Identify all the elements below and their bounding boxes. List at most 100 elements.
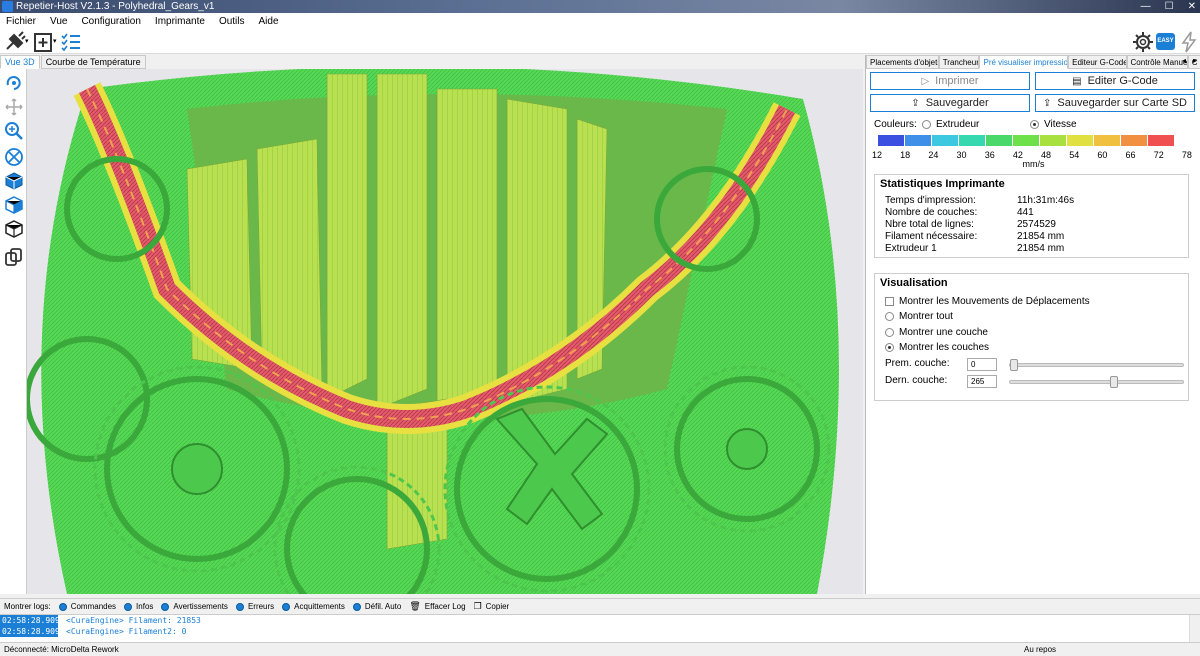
3d-viewport[interactable] — [27, 69, 863, 594]
show-moves-option[interactable]: Montrer les Mouvements de Déplacements — [885, 296, 1090, 307]
status-bar: Déconnecté: MicroDelta Rework Au repos — [0, 642, 1200, 656]
log-filter-bar: Montrer logs: Commandes Infos Avertissem… — [0, 598, 1200, 614]
log-filter-acks[interactable]: Acquittements — [282, 602, 345, 611]
reset-view-icon[interactable] — [4, 147, 24, 167]
show-one-layer-option[interactable]: Montrer une couche — [885, 327, 988, 338]
scale-color-swatch — [1148, 135, 1175, 146]
clear-log-button[interactable]: 🗑 Effacer Log — [409, 601, 465, 612]
add-object-icon[interactable] — [32, 31, 54, 53]
show-all-option[interactable]: Montrer tout — [885, 311, 953, 322]
warnings-toggle-icon[interactable] — [161, 602, 170, 611]
log-filter-commands[interactable]: Commandes — [58, 602, 117, 611]
edit-gcode-button[interactable]: ▤ Editer G-Code — [1035, 72, 1195, 90]
edit-gcode-label: Editer G-Code — [1087, 75, 1158, 87]
log-filter-errors[interactable]: Erreurs — [235, 602, 274, 611]
save-sd-button[interactable]: ⇪ Sauvegarder sur Carte SD — [1035, 94, 1195, 112]
tab-scroll-left-icon[interactable]: ◂ — [1182, 56, 1186, 65]
show-all-label: Montrer tout — [899, 311, 953, 322]
tab-scroll-right-icon[interactable]: ▸ — [1193, 56, 1197, 65]
errors-toggle-icon[interactable] — [235, 602, 244, 611]
show-layers-label: Montrer les couches — [899, 342, 990, 353]
autoscroll-toggle-icon[interactable] — [352, 602, 361, 611]
top-view-cube-icon[interactable] — [4, 219, 24, 239]
scale-color-swatch — [1013, 135, 1040, 146]
printer-stats-group: Statistiques Imprimante Temps d'impressi… — [874, 174, 1189, 258]
tab-slicer[interactable]: Trancheur — [938, 55, 980, 69]
scale-color-swatch — [1094, 135, 1121, 146]
job-list-icon[interactable] — [60, 31, 82, 53]
show-moves-checkbox[interactable] — [885, 297, 894, 306]
maximize-button[interactable]: ☐ — [1165, 0, 1174, 13]
edit-doc-icon: ▤ — [1072, 76, 1082, 87]
close-button[interactable]: ✕ — [1188, 0, 1196, 13]
show-all-radio[interactable] — [885, 312, 894, 321]
zoom-icon[interactable] — [4, 121, 24, 141]
parallel-projection-icon[interactable] — [4, 247, 24, 267]
save-button[interactable]: ⇪ Sauvegarder — [870, 94, 1030, 112]
copy-log-button[interactable]: ❐ Copier — [474, 601, 510, 612]
show-layers-radio[interactable] — [885, 343, 894, 352]
first-layer-slider[interactable] — [1009, 359, 1184, 371]
view-tabs: Vue 3D Courbe de Température — [0, 55, 865, 69]
front-view-cube-icon[interactable] — [4, 171, 24, 191]
speed-radio[interactable] — [1030, 120, 1039, 129]
log-message: <CuraEngine> Filament: 21853 — [66, 616, 201, 625]
connection-status: Déconnecté: MicroDelta Rework — [4, 645, 119, 654]
emergency-stop-icon[interactable] — [1178, 31, 1200, 53]
tab-manual-control[interactable]: Contrôle Manuel — [1126, 55, 1188, 69]
connect-plug-icon[interactable] — [4, 31, 26, 53]
toolbar: ▾ ▾ EASY — [0, 29, 1200, 54]
rotate-view-icon[interactable] — [4, 73, 24, 93]
settings-gear-icon[interactable] — [1132, 31, 1154, 53]
menu-aide[interactable]: Aide — [259, 16, 279, 27]
minimize-button[interactable]: — — [1141, 0, 1151, 13]
add-dropdown-icon[interactable]: ▾ — [53, 37, 57, 45]
trash-icon: 🗑 — [409, 601, 421, 611]
commands-label: Commandes — [70, 602, 117, 611]
connect-dropdown-icon[interactable]: ▾ — [25, 37, 29, 45]
move-view-icon[interactable] — [4, 97, 24, 117]
stat-filament-label: Filament nécessaire: — [885, 231, 978, 242]
last-layer-input[interactable]: 265 — [967, 375, 997, 388]
side-view-cube-icon[interactable] — [4, 195, 24, 215]
commands-toggle-icon[interactable] — [58, 602, 67, 611]
color-mode-extruder[interactable]: Extrudeur — [922, 119, 979, 130]
log-filter-warnings[interactable]: Avertissements — [161, 602, 228, 611]
show-one-layer-radio[interactable] — [885, 328, 894, 337]
tab-gcode-editor[interactable]: Editeur G-Code — [1068, 55, 1127, 69]
menu-configuration[interactable]: Configuration — [81, 16, 140, 27]
easy-mode-badge[interactable]: EASY — [1156, 33, 1175, 50]
menu-vue[interactable]: Vue — [50, 16, 67, 27]
log-output[interactable]: 02:58:28.909 <CuraEngine> Filament: 2185… — [0, 614, 1200, 642]
title-bar: Repetier-Host V2.1.3 - Polyhedral_Gears_… — [0, 0, 1200, 13]
tab-temperature-curve[interactable]: Courbe de Température — [40, 55, 146, 69]
scale-color-swatch — [1040, 135, 1067, 146]
infos-toggle-icon[interactable] — [124, 602, 133, 611]
menu-fichier[interactable]: Fichier — [6, 16, 36, 27]
menu-bar: Fichier Vue Configuration Imprimante Out… — [0, 13, 1200, 29]
log-scrollbar[interactable] — [1189, 615, 1200, 642]
acks-toggle-icon[interactable] — [282, 602, 291, 611]
tab-print-preview[interactable]: Pré visualiser impression — [979, 55, 1069, 69]
menu-outils[interactable]: Outils — [219, 16, 245, 27]
tab-object-placement[interactable]: Placements d'objets — [866, 55, 939, 69]
color-mode-speed[interactable]: Vitesse — [1030, 119, 1077, 130]
stat-total-lines-label: Nbre total de lignes: — [885, 219, 974, 230]
last-layer-label: Dern. couche: — [885, 375, 948, 386]
show-one-layer-label: Montrer une couche — [899, 327, 988, 338]
speed-unit: mm/s — [1022, 159, 1045, 169]
show-layers-option[interactable]: Montrer les couches — [885, 342, 989, 353]
tab-3d-view[interactable]: Vue 3D — [0, 55, 40, 69]
first-layer-thumb[interactable] — [1010, 359, 1018, 371]
export-icon: ⇪ — [911, 98, 920, 109]
log-filter-autoscroll[interactable]: Défil. Auto — [352, 602, 401, 611]
menu-imprimante[interactable]: Imprimante — [155, 16, 205, 27]
print-button[interactable]: ▷ Imprimer — [870, 72, 1030, 90]
clear-log-label: Effacer Log — [424, 602, 466, 611]
last-layer-slider[interactable] — [1009, 376, 1184, 388]
extruder-radio[interactable] — [922, 120, 931, 129]
last-layer-thumb[interactable] — [1110, 376, 1119, 388]
first-layer-input[interactable]: 0 — [967, 358, 997, 371]
log-filter-infos[interactable]: Infos — [124, 602, 153, 611]
log-timestamp: 02:58:28.909 — [0, 626, 60, 637]
